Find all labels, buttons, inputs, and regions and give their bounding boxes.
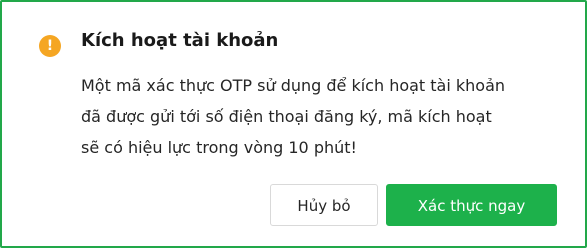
verify-now-button[interactable]: Xác thực ngay [386,184,557,226]
otp-activation-dialog: ! Kích hoạt tài khoản Một mã xác thực OT… [0,0,587,248]
dialog-message: Một mã xác thực OTP sử dụng để kích hoạt… [81,70,551,163]
message-line: sẽ có hiệu lực trong vòng 10 phút! [81,138,357,157]
message-line: Một mã xác thực OTP sử dụng để kích hoạt… [81,76,506,95]
warning-icon: ! [39,35,61,57]
dialog-title: Kích hoạt tài khoản [81,30,279,51]
cancel-button[interactable]: Hủy bỏ [270,184,378,226]
message-line: đã được gửi tới số điện thoại đăng ký, m… [81,107,492,126]
